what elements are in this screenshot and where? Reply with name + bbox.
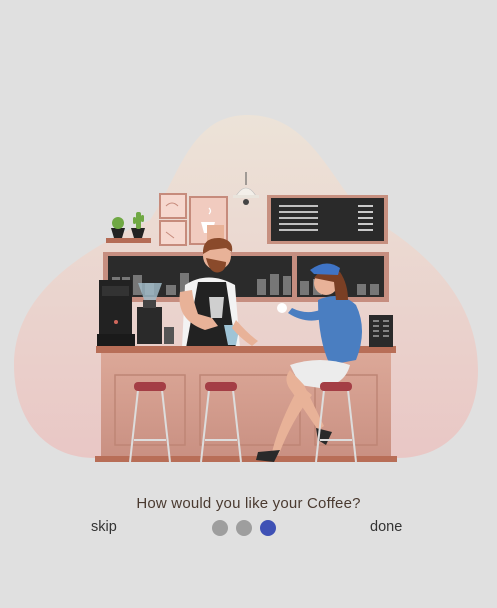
skip-button[interactable]: skip — [91, 519, 117, 535]
menu-stand — [369, 315, 393, 347]
espresso-machine — [97, 280, 135, 346]
page-dot-3[interactable] — [260, 520, 276, 536]
menu-board — [267, 195, 388, 244]
page-indicator — [212, 520, 276, 537]
done-button[interactable]: done — [370, 519, 402, 535]
counter — [95, 346, 397, 462]
page-dot-2[interactable] — [236, 520, 252, 536]
coffee-shop-illustration — [14, 115, 478, 463]
onboarding-caption: How would you like your Coffee? — [136, 495, 361, 512]
page-dot-1[interactable] — [212, 520, 228, 536]
